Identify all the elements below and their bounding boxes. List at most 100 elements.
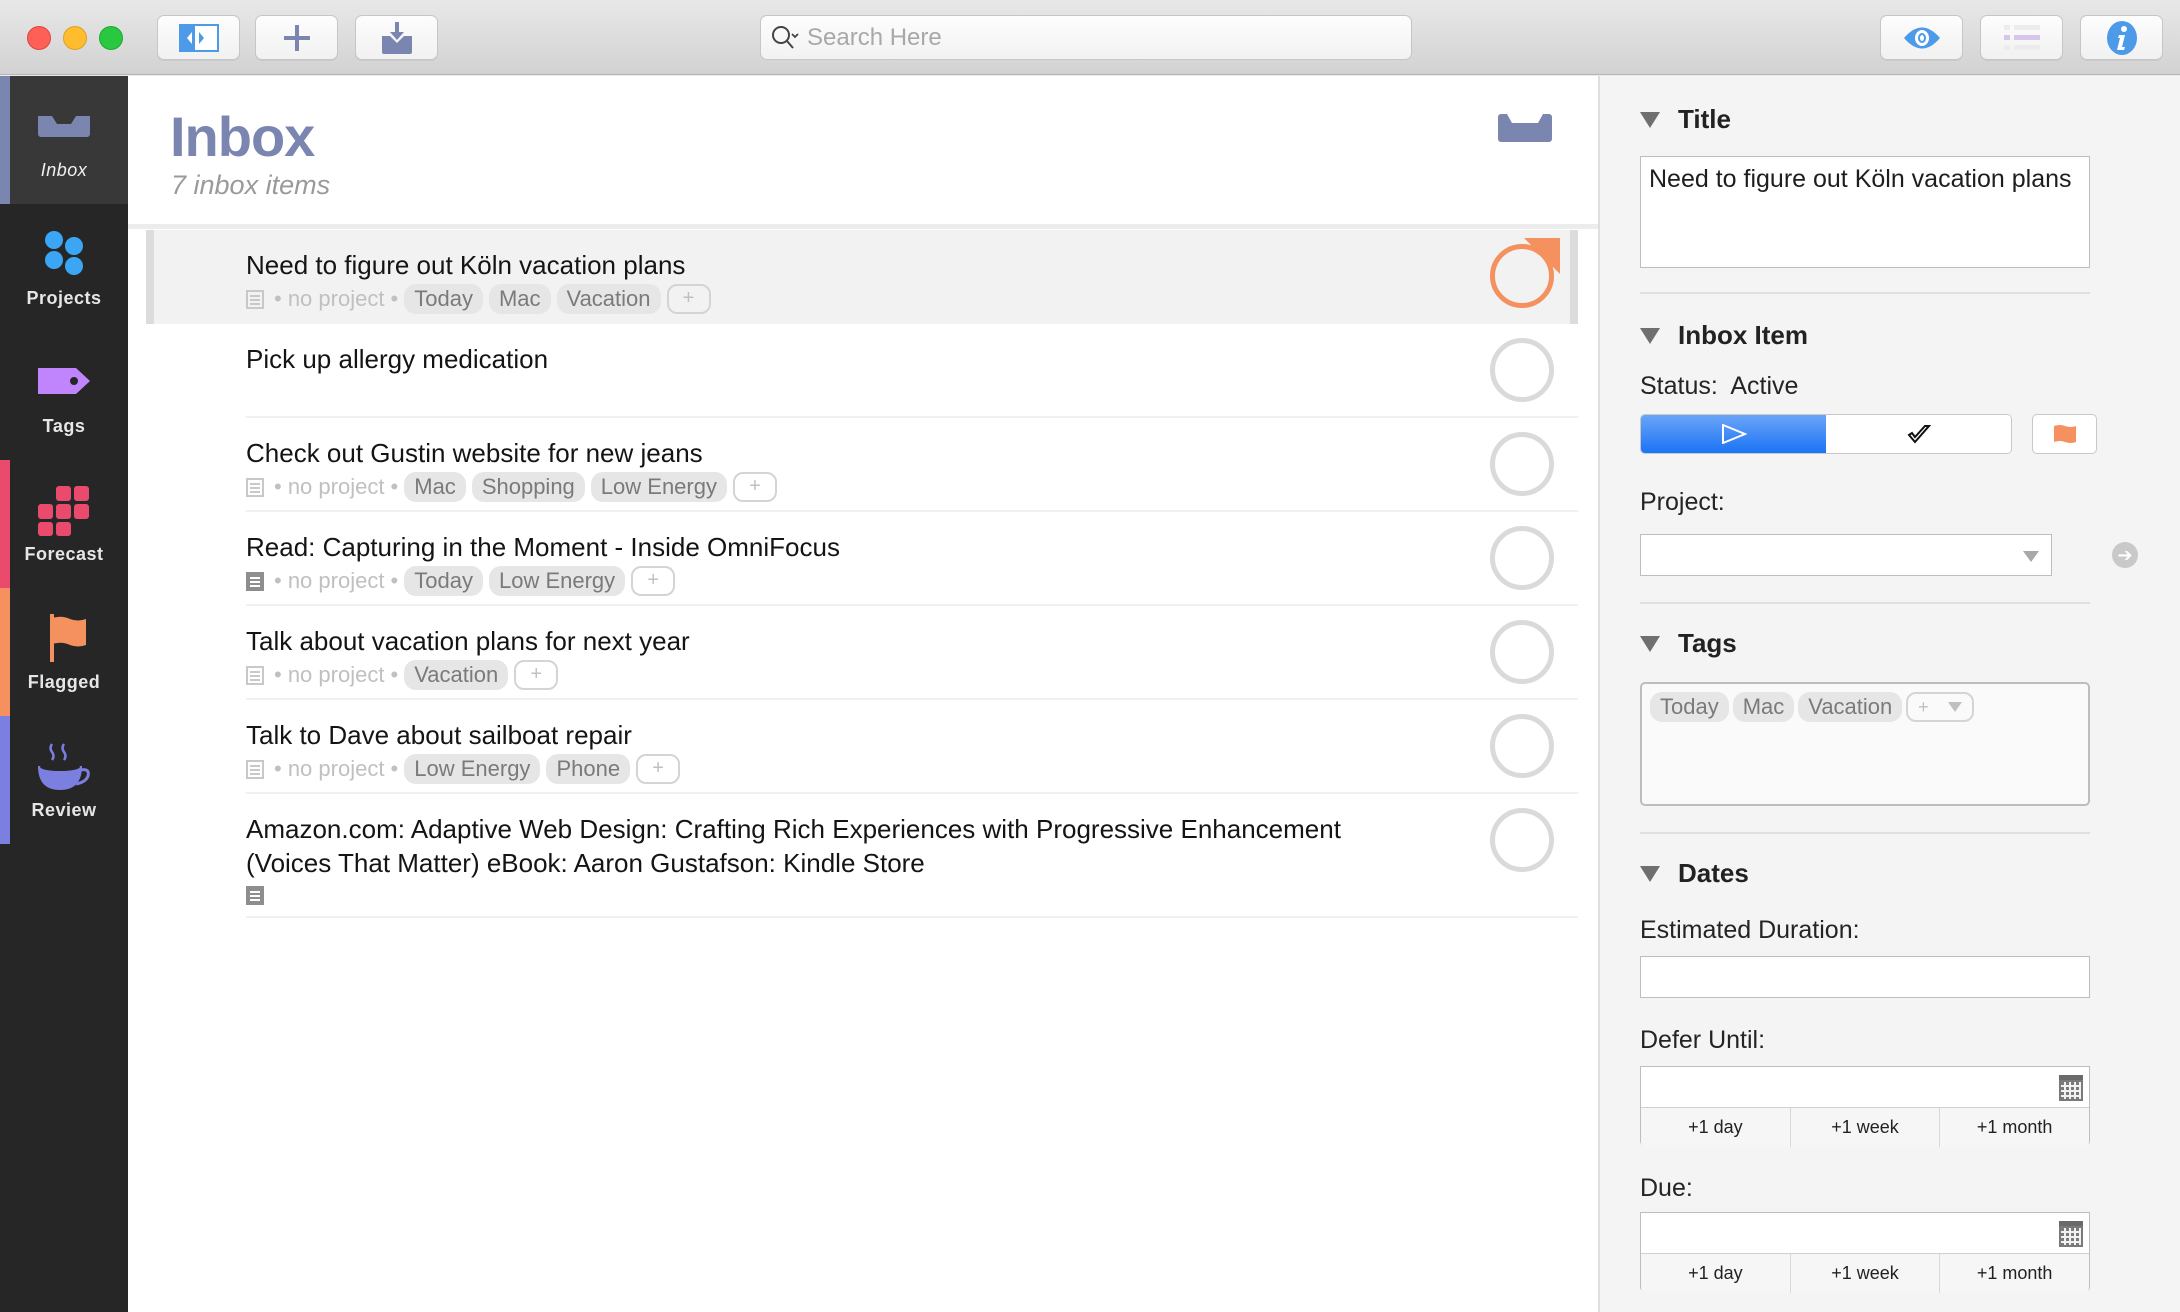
- completion-checkbox[interactable]: [1490, 808, 1554, 872]
- duration-field[interactable]: [1640, 956, 2090, 998]
- defer-plus-day-button[interactable]: +1 day: [1641, 1108, 1791, 1147]
- inbox-item-section-header[interactable]: Inbox Item: [1640, 320, 1808, 351]
- note-icon[interactable]: [246, 759, 264, 779]
- calendar-icon[interactable]: [2059, 1075, 2083, 1101]
- add-tag-button[interactable]: +: [636, 754, 681, 784]
- tag-chip[interactable]: Shopping: [471, 472, 585, 502]
- note-icon[interactable]: [246, 885, 264, 905]
- task-title[interactable]: Amazon.com: Adaptive Web Design: Craftin…: [246, 812, 1426, 880]
- add-tag-button[interactable]: +: [514, 660, 559, 690]
- task-title[interactable]: Need to figure out Köln vacation plans: [246, 248, 1426, 282]
- sidebar-item-flagged[interactable]: Flagged: [0, 588, 128, 716]
- project-label[interactable]: • no project •: [274, 474, 398, 500]
- tag-icon: [38, 368, 90, 394]
- calendar-icon[interactable]: [2059, 1221, 2083, 1247]
- tag-chip[interactable]: Vacation: [1798, 692, 1903, 722]
- task-title[interactable]: Talk to Dave about sailboat repair: [246, 718, 1426, 752]
- note-icon[interactable]: [246, 571, 264, 591]
- dates-section-header[interactable]: Dates: [1640, 858, 1749, 889]
- search-input[interactable]: [807, 23, 1387, 52]
- tag-chip[interactable]: Mac: [404, 472, 466, 502]
- due-plus-day-button[interactable]: +1 day: [1641, 1254, 1791, 1293]
- tag-chip[interactable]: Today: [1650, 692, 1729, 722]
- inspector-button[interactable]: [2080, 15, 2163, 60]
- tag-chip[interactable]: Phone: [546, 754, 631, 784]
- sidebar-item-tags[interactable]: Tags: [0, 332, 128, 460]
- add-tag-button[interactable]: +: [666, 284, 711, 314]
- defer-plus-month-button[interactable]: +1 month: [1940, 1108, 2089, 1147]
- project-label[interactable]: • no project •: [274, 568, 398, 594]
- go-to-project-button[interactable]: ➔: [2112, 542, 2138, 568]
- task-row[interactable]: Talk to Dave about sailboat repair • no p…: [146, 700, 1578, 794]
- view-options-button[interactable]: [1880, 15, 1963, 60]
- zoom-window-button[interactable]: [99, 26, 123, 50]
- defer-plus-week-button[interactable]: +1 week: [1791, 1108, 1941, 1147]
- task-row[interactable]: Amazon.com: Adaptive Web Design: Craftin…: [146, 794, 1578, 918]
- tag-chip[interactable]: Today: [404, 566, 483, 596]
- sidebar-item-forecast[interactable]: Forecast: [0, 460, 128, 588]
- due-plus-month-button[interactable]: +1 month: [1940, 1254, 2089, 1293]
- tag-chip[interactable]: Vacation: [404, 660, 509, 690]
- title-field[interactable]: [1640, 156, 2090, 268]
- quick-entry-button[interactable]: [355, 15, 438, 60]
- close-window-button[interactable]: [27, 26, 51, 50]
- tag-chip[interactable]: Mac: [1732, 692, 1795, 722]
- outline-view-button[interactable]: [1980, 15, 2063, 60]
- status-active-button[interactable]: [1641, 415, 1826, 453]
- completion-checkbox[interactable]: [1490, 338, 1554, 402]
- task-title[interactable]: Talk about vacation plans for next year: [246, 624, 1426, 658]
- inspector-pane: Title Inbox Item Status: Active Project:…: [1598, 76, 2180, 1312]
- sidebar-item-inbox[interactable]: Inbox: [0, 76, 128, 204]
- search-field[interactable]: [760, 15, 1412, 60]
- due-quick-buttons: +1 day +1 week +1 month: [1641, 1253, 2089, 1293]
- project-label[interactable]: • no project •: [274, 286, 398, 312]
- new-item-button[interactable]: [255, 15, 338, 60]
- task-row[interactable]: Need to figure out Köln vacation plans • …: [146, 230, 1578, 324]
- project-label[interactable]: • no project •: [274, 662, 398, 688]
- task-row[interactable]: Talk about vacation plans for next year •…: [146, 606, 1578, 700]
- project-label[interactable]: • no project •: [274, 756, 398, 782]
- project-combobox[interactable]: [1640, 534, 2052, 576]
- title-textarea[interactable]: [1641, 157, 2089, 267]
- section-divider: [1640, 832, 2090, 834]
- tag-chip[interactable]: Vacation: [556, 284, 661, 314]
- completion-checkbox[interactable]: [1490, 432, 1554, 496]
- task-title[interactable]: Check out Gustin website for new jeans: [246, 436, 1426, 470]
- note-icon[interactable]: [246, 289, 264, 309]
- task-title[interactable]: Read: Capturing in the Moment - Inside O…: [246, 530, 1426, 564]
- task-title[interactable]: Pick up allergy medication: [246, 342, 1426, 376]
- task-row[interactable]: Read: Capturing in the Moment - Inside O…: [146, 512, 1578, 606]
- completion-checkbox[interactable]: [1490, 714, 1554, 778]
- flag-button[interactable]: [2032, 414, 2097, 454]
- tag-chip[interactable]: Today: [404, 284, 483, 314]
- completion-checkbox[interactable]: [1490, 620, 1554, 684]
- dropdown-arrow-icon[interactable]: [2023, 551, 2039, 562]
- toggle-sidebar-button[interactable]: [157, 15, 240, 60]
- status-complete-button[interactable]: [1826, 415, 2011, 453]
- add-tag-button[interactable]: +: [732, 472, 777, 502]
- tag-chip[interactable]: Low Energy: [590, 472, 727, 502]
- tag-chip[interactable]: Mac: [488, 284, 551, 314]
- task-row[interactable]: Check out Gustin website for new jeans • …: [146, 418, 1578, 512]
- title-section-header[interactable]: Title: [1640, 104, 1731, 135]
- sidebar-item-projects[interactable]: Projects: [0, 204, 128, 332]
- sidebar-item-label: Inbox: [40, 160, 88, 180]
- due-date-input[interactable]: [1641, 1213, 2089, 1253]
- minimize-window-button[interactable]: [63, 26, 87, 50]
- tag-chip[interactable]: Low Energy: [404, 754, 541, 784]
- defer-date-input[interactable]: [1641, 1067, 2089, 1107]
- add-tag-button[interactable]: +: [1906, 692, 1975, 722]
- task-row[interactable]: Pick up allergy medication: [146, 324, 1578, 418]
- note-icon[interactable]: [246, 477, 264, 497]
- duration-input[interactable]: [1641, 957, 2089, 997]
- add-tag-button[interactable]: +: [631, 566, 676, 596]
- completion-checkbox[interactable]: [1490, 526, 1554, 590]
- tag-chip[interactable]: Low Energy: [488, 566, 626, 596]
- tags-section-header[interactable]: Tags: [1640, 628, 1737, 659]
- project-input[interactable]: [1641, 535, 2051, 575]
- sidebar-toggle-icon: [178, 23, 219, 52]
- sidebar-item-review[interactable]: Review: [0, 716, 128, 844]
- due-plus-week-button[interactable]: +1 week: [1791, 1254, 1941, 1293]
- tags-field[interactable]: Today Mac Vacation +: [1640, 682, 2090, 806]
- note-icon[interactable]: [246, 665, 264, 685]
